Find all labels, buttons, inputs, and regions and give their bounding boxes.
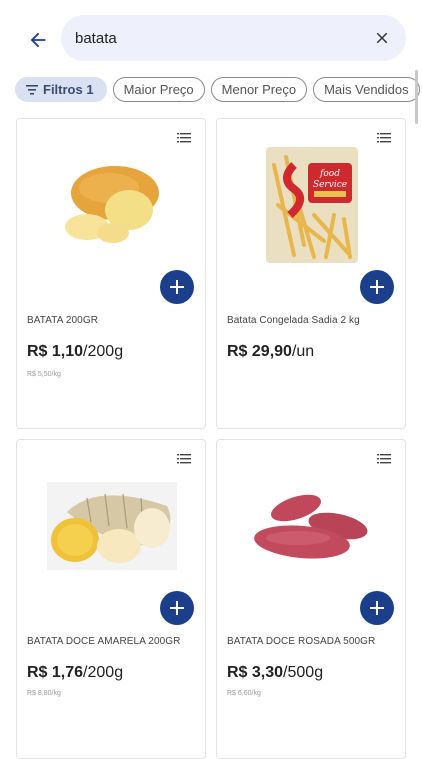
product-unit-price: R$ 6,60/kg [227,690,261,697]
filters-chip-label: Filtros 1 [43,82,94,97]
chip-label: Mais Vendidos [324,82,409,97]
top-bar [0,0,422,72]
plus-icon [370,601,384,615]
back-button[interactable] [24,26,52,54]
product-name: Batata Congelada Sadia 2 kg [227,315,360,326]
clear-search-button[interactable] [370,26,394,50]
product-price: R$ 1,10/200g [27,343,124,360]
product-price: R$ 3,30/500g [227,664,324,681]
product-image-pink-sweet-potato[interactable] [217,456,407,596]
sort-highest-price-chip[interactable]: Maior Preço [112,77,205,102]
sort-lowest-price-chip[interactable]: Menor Preço [210,77,308,102]
product-price: R$ 1,76/200g [27,664,124,681]
product-price: R$ 29,90/un [227,343,315,360]
svg-text:food: food [319,169,340,179]
chip-label: Menor Preço [221,82,297,97]
add-to-cart-button[interactable] [360,591,394,625]
product-name: BATATA DOCE AMARELA 200GR [27,636,181,647]
scrollbar[interactable] [415,70,418,124]
product-card[interactable]: BATATA 200GR R$ 1,10/200g R$ 5,50/kg [16,118,206,429]
search-input[interactable] [75,15,355,61]
product-unit-price: R$ 8,80/kg [27,690,61,697]
add-to-cart-button[interactable] [160,270,194,304]
product-name: BATATA 200GR [27,315,99,326]
product-card[interactable]: BATATA DOCE ROSADA 500GR R$ 3,30/500g R$… [216,439,406,759]
sort-best-sellers-chip[interactable]: Mais Vendidos [313,77,420,102]
product-unit-price: R$ 5,50/kg [27,371,61,378]
filters-chip[interactable]: Filtros 1 [15,77,107,102]
plus-icon [170,601,184,615]
product-card[interactable]: food Service Batata Congelada Sadia 2 kg… [216,118,406,429]
add-to-cart-button[interactable] [160,591,194,625]
product-name: BATATA DOCE ROSADA 500GR [227,636,376,647]
plus-icon [370,280,384,294]
chip-label: Maior Preço [123,82,194,97]
close-icon [376,32,388,44]
search-bar [61,15,406,61]
svg-text:Service: Service [313,180,347,190]
filter-chips: Filtros 1 Maior Preço Menor Preço Mais Ven… [15,77,422,103]
arrow-left-icon [30,32,46,48]
product-image-yellow-sweet-potato[interactable] [17,456,207,596]
product-image-frozen-fries-bag[interactable]: food Service [217,135,407,275]
filter-icon [26,84,38,95]
product-image-potato[interactable] [17,135,207,275]
product-card[interactable]: BATATA DOCE AMARELA 200GR R$ 1,76/200g R… [16,439,206,759]
add-to-cart-button[interactable] [360,270,394,304]
plus-icon [170,280,184,294]
